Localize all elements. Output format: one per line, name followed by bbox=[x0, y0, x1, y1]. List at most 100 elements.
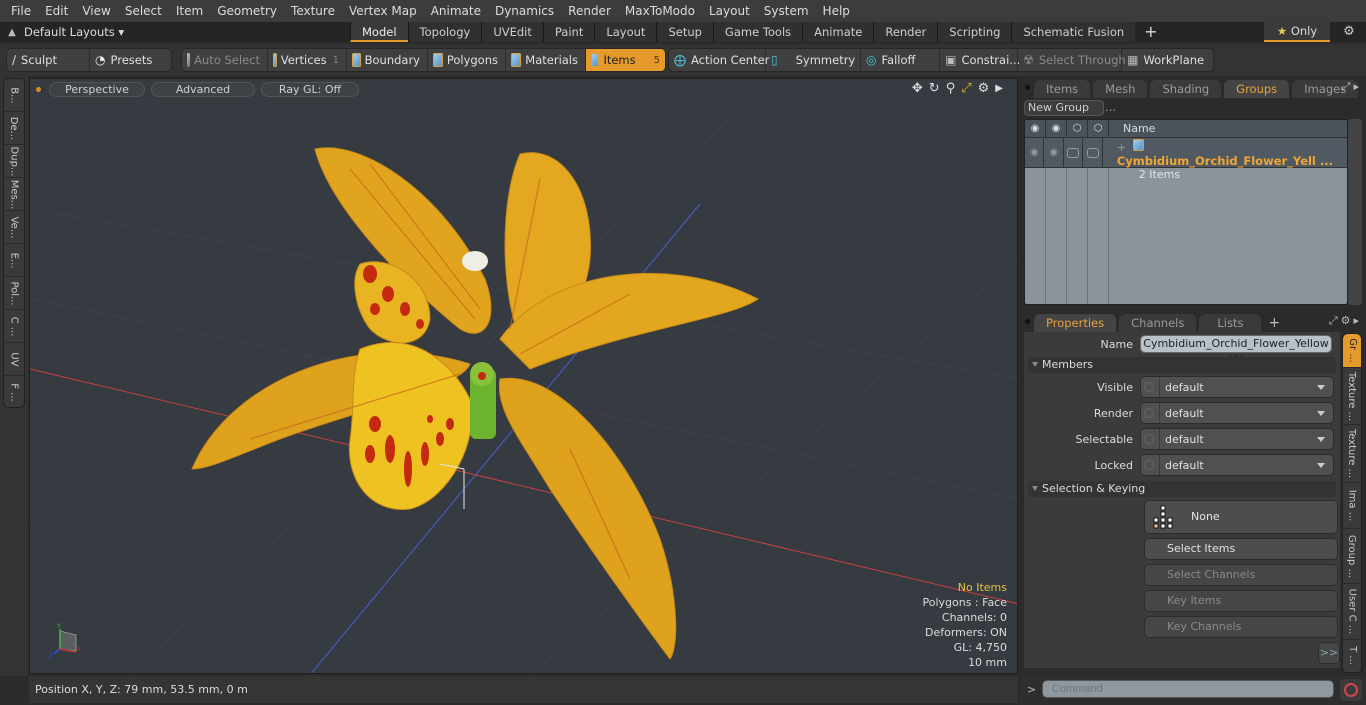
visibility-column-icon[interactable]: ◉ bbox=[1025, 120, 1046, 137]
menu-vertex-map[interactable]: Vertex Map bbox=[342, 4, 424, 18]
tab-scripting[interactable]: Scripting bbox=[937, 22, 1012, 42]
tab-model[interactable]: Model bbox=[350, 22, 408, 42]
shading-mode-button[interactable]: Advanced bbox=[151, 81, 255, 97]
left-tab-6[interactable]: E... bbox=[4, 244, 24, 277]
side-tab-group-2[interactable]: Group ... bbox=[1343, 529, 1361, 584]
tab-setup[interactable]: Setup bbox=[656, 22, 713, 42]
tab-schematic-fusion[interactable]: Schematic Fusion bbox=[1011, 22, 1136, 42]
menu-view[interactable]: View bbox=[75, 4, 117, 18]
side-tab-group[interactable]: Gr ... bbox=[1343, 334, 1361, 368]
panel-menu-dot[interactable] bbox=[1025, 85, 1030, 90]
name-column-header[interactable]: Name bbox=[1109, 122, 1155, 135]
menu-help[interactable]: Help bbox=[816, 4, 857, 18]
left-tab-1[interactable]: B... bbox=[4, 79, 24, 112]
group-row[interactable]: ◉ ◉ + Cymbidium_Orchid_Flower_Yell ... 2… bbox=[1025, 138, 1347, 181]
tab-topology[interactable]: Topology bbox=[407, 22, 482, 42]
constraints-button[interactable]: ▣ Constrai... bbox=[940, 49, 1020, 71]
menu-item[interactable]: Item bbox=[169, 4, 210, 18]
only-toggle[interactable]: ★ Only bbox=[1264, 22, 1330, 42]
tab-shading[interactable]: Shading bbox=[1150, 80, 1222, 98]
side-tab-t[interactable]: T ... bbox=[1343, 640, 1361, 670]
left-tab-10[interactable]: F ... bbox=[4, 376, 24, 409]
polygons-button[interactable]: Polygons bbox=[428, 49, 506, 71]
select-items-button[interactable]: Select Items bbox=[1144, 538, 1338, 560]
select-through-button[interactable]: ☢ Select Through bbox=[1018, 49, 1126, 71]
viewport-menu-dot[interactable] bbox=[36, 86, 41, 92]
lock-column-icon[interactable]: ⬡ bbox=[1088, 120, 1109, 137]
left-tab-2[interactable]: De... bbox=[4, 112, 24, 145]
menu-layout[interactable]: Layout bbox=[702, 4, 757, 18]
falloff-button[interactable]: ◎ Falloff bbox=[861, 49, 941, 71]
tab-properties[interactable]: Properties bbox=[1034, 314, 1117, 332]
left-tab-8[interactable]: C ... bbox=[4, 310, 24, 343]
vertices-button[interactable]: Vertices 1 bbox=[268, 49, 347, 71]
add-panel-tab-button[interactable]: + bbox=[1264, 314, 1284, 332]
rotate-view-icon[interactable]: ↻ bbox=[929, 81, 940, 97]
selection-keying-section[interactable]: Selection & Keying bbox=[1028, 481, 1336, 497]
record-macro-button[interactable] bbox=[1340, 679, 1362, 701]
menu-dynamics[interactable]: Dynamics bbox=[488, 4, 561, 18]
materials-button[interactable]: Materials bbox=[506, 49, 586, 71]
key-items-button[interactable]: Key Items bbox=[1144, 590, 1338, 612]
tab-layout[interactable]: Layout bbox=[594, 22, 657, 42]
new-group-button[interactable]: New Group bbox=[1024, 100, 1104, 116]
boundary-button[interactable]: Boundary bbox=[347, 49, 428, 71]
move-view-icon[interactable]: ✥ bbox=[912, 81, 923, 97]
menu-file[interactable]: File bbox=[4, 4, 38, 18]
tab-uvedit[interactable]: UVEdit bbox=[481, 22, 543, 42]
layout-collapse-icon[interactable]: ▲ bbox=[0, 27, 24, 38]
locked-dropdown[interactable]: default bbox=[1140, 454, 1334, 476]
workplane-button[interactable]: ▦ WorkPlane bbox=[1122, 49, 1213, 71]
menu-texture[interactable]: Texture bbox=[284, 4, 342, 18]
select-toggle[interactable] bbox=[1064, 138, 1084, 167]
members-section[interactable]: Members bbox=[1028, 357, 1336, 373]
items-button[interactable]: Items 5 bbox=[586, 49, 665, 71]
visible-dropdown[interactable]: default bbox=[1140, 376, 1334, 398]
side-tab-image[interactable]: Ima ... bbox=[1343, 483, 1361, 529]
none-button[interactable]: None bbox=[1144, 500, 1338, 534]
side-tab-texture-2[interactable]: Texture ... bbox=[1343, 425, 1361, 483]
key-channels-button[interactable]: Key Channels bbox=[1144, 616, 1338, 638]
tab-mesh[interactable]: Mesh ... bbox=[1093, 80, 1148, 114]
menu-maxtomodo[interactable]: MaxToModo bbox=[618, 4, 702, 18]
selectable-dropdown[interactable]: default bbox=[1140, 428, 1334, 450]
view-mode-button[interactable]: Perspective bbox=[49, 81, 145, 97]
menu-render[interactable]: Render bbox=[561, 4, 618, 18]
panel-menu-dot[interactable] bbox=[1025, 319, 1030, 324]
maximize-view-icon[interactable]: ⤢ bbox=[961, 81, 971, 97]
layout-selector[interactable]: Default Layouts ▾ bbox=[24, 25, 314, 39]
panel-options-icon[interactable]: ⤢⚙▸ bbox=[1329, 314, 1362, 328]
left-tab-9[interactable]: UV bbox=[4, 343, 24, 376]
camera-icon[interactable]: ◉ bbox=[1044, 138, 1064, 167]
left-tab-3[interactable]: Dup... bbox=[4, 145, 24, 178]
tab-items[interactable]: Items bbox=[1034, 80, 1091, 98]
eye-icon[interactable]: ◉ bbox=[1025, 138, 1045, 167]
sculpt-button[interactable]: ∕ Sculpt bbox=[7, 49, 90, 71]
side-tab-user-channels[interactable]: User C ... bbox=[1343, 584, 1361, 640]
more-button[interactable]: >> bbox=[1318, 642, 1340, 664]
tab-paint[interactable]: Paint bbox=[542, 22, 595, 42]
tab-render[interactable]: Render bbox=[873, 22, 938, 42]
gear-icon[interactable]: ⚙ bbox=[1338, 22, 1360, 42]
side-tab-texture-1[interactable]: Texture ... bbox=[1343, 368, 1361, 425]
left-tab-5[interactable]: Ve... bbox=[4, 211, 24, 244]
panel-expand-icon[interactable]: ⤢▸ bbox=[1342, 80, 1362, 94]
viewport-expand-icon[interactable]: ▶ bbox=[995, 81, 1003, 97]
tab-lists[interactable]: Lists bbox=[1199, 314, 1262, 332]
action-center-button[interactable]: ⨁ Action Center bbox=[669, 49, 769, 71]
tab-channels[interactable]: Channels bbox=[1119, 314, 1197, 332]
3d-viewport[interactable]: Perspective Advanced Ray GL: Off ✥ ↻ ⚲ ⤢… bbox=[29, 78, 1018, 674]
command-input[interactable] bbox=[1042, 680, 1334, 698]
symmetry-button[interactable]: ▯ Symmetry bbox=[766, 49, 861, 71]
raygl-button[interactable]: Ray GL: Off bbox=[261, 81, 359, 97]
presets-button[interactable]: ◔ Presets bbox=[90, 49, 171, 71]
left-tab-4[interactable]: Mes... bbox=[4, 178, 24, 211]
menu-geometry[interactable]: Geometry bbox=[210, 4, 284, 18]
tab-animate[interactable]: Animate bbox=[802, 22, 874, 42]
menu-animate[interactable]: Animate bbox=[424, 4, 488, 18]
lock-toggle[interactable] bbox=[1083, 138, 1103, 167]
left-tab-7[interactable]: Pol... bbox=[4, 277, 24, 310]
add-tab-button[interactable]: + bbox=[1135, 22, 1166, 42]
menu-select[interactable]: Select bbox=[118, 4, 169, 18]
render-dropdown[interactable]: default bbox=[1140, 402, 1334, 424]
